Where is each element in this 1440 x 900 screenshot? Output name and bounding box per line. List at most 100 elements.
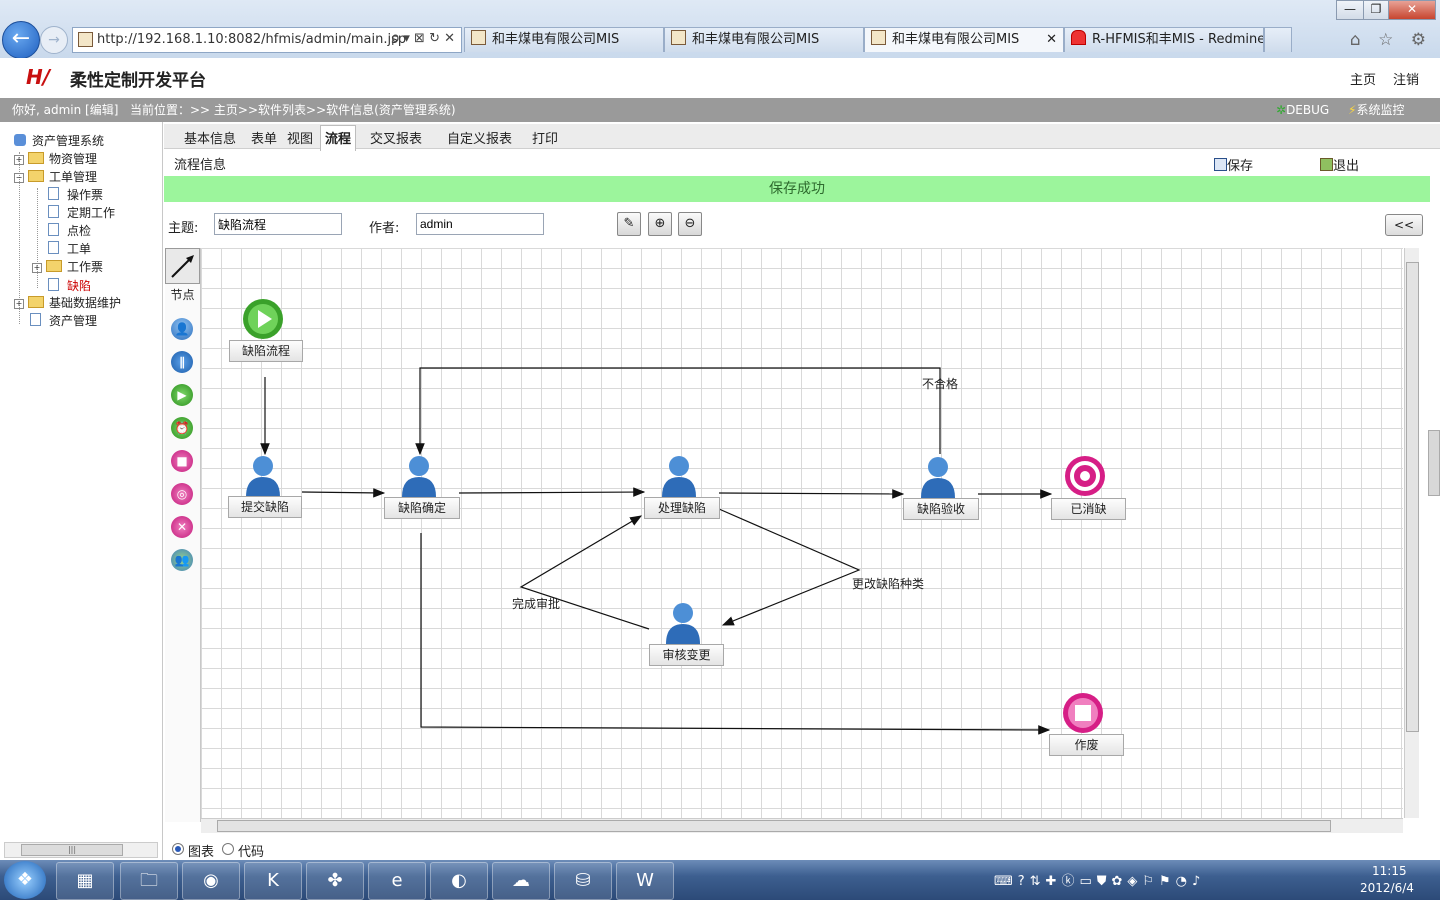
node-accept-defect-label[interactable]: 缺陷验收 xyxy=(903,498,979,520)
tree-item-basic-data[interactable]: + 基础数据维护 xyxy=(14,294,121,312)
tab-cross-report[interactable]: 交叉报表 xyxy=(370,128,422,147)
taskbar-fox-app[interactable]: ✤ xyxy=(306,862,364,900)
edge-label-approved[interactable]: 完成审批 xyxy=(512,595,560,612)
pause-icon[interactable]: ∥ xyxy=(171,351,193,373)
scroll-thumb[interactable]: ||| xyxy=(21,844,123,856)
expand-icon[interactable]: + xyxy=(14,299,24,309)
code-mode-radio[interactable] xyxy=(222,843,234,855)
node-submit-defect-label[interactable]: 提交缺陷 xyxy=(228,496,302,518)
tab-custom-report[interactable]: 自定义报表 xyxy=(447,128,512,147)
end-icon[interactable]: ■ xyxy=(171,450,193,472)
tree-item-operation-ticket[interactable]: 操作票 xyxy=(48,186,103,204)
start-icon[interactable]: ▶ xyxy=(171,384,193,406)
timer-icon[interactable]: ⏰ xyxy=(171,417,193,439)
scroll-thumb[interactable] xyxy=(1406,262,1419,732)
group-task-icon[interactable]: 👥 xyxy=(171,549,193,571)
node-start-label[interactable]: 缺陷流程 xyxy=(229,340,303,362)
confirm-defect-user-icon[interactable] xyxy=(400,453,438,500)
expand-icon[interactable]: + xyxy=(32,263,42,273)
code-mode-label[interactable]: 代码 xyxy=(238,841,264,860)
browser-tab-3[interactable]: 和丰煤电有限公司MIS ✕ xyxy=(864,27,1064,52)
taskbar-ultraedit[interactable]: ◐ xyxy=(430,862,488,900)
node-confirm-defect-label[interactable]: 缺陷确定 xyxy=(384,497,460,519)
author-input[interactable] xyxy=(416,213,544,235)
node-review-change-label[interactable]: 审核变更 xyxy=(649,644,724,666)
exit-button[interactable]: 退出 xyxy=(1320,155,1359,174)
node-process-defect-label[interactable]: 处理缺陷 xyxy=(644,497,720,519)
nav-logout-link[interactable]: 注销 xyxy=(1393,69,1419,88)
address-tools[interactable]: ρ ▾ ⊠ ↻ ✕ xyxy=(391,31,455,46)
taskbar-k-app[interactable]: K xyxy=(244,862,302,900)
eraser-tool-button[interactable]: ✎ xyxy=(617,212,641,236)
browser-home-favorites-tools-icons[interactable]: ⌂ ☆ ⚙ xyxy=(1350,30,1432,50)
new-tab-button[interactable] xyxy=(1264,27,1292,52)
browser-tab-2[interactable]: 和丰煤电有限公司MIS xyxy=(664,27,864,52)
review-change-user-icon[interactable] xyxy=(664,600,702,647)
tab-close-icon[interactable]: ✕ xyxy=(1046,28,1057,52)
tree-item-materials[interactable]: + 物资管理 xyxy=(14,150,97,168)
maximize-button[interactable]: ❐ xyxy=(1363,0,1389,20)
tree-item-work-ticket[interactable]: + 工作票 xyxy=(32,258,103,276)
void-end-icon[interactable] xyxy=(1062,692,1104,737)
flow-canvas[interactable]: 缺陷流程 提交缺陷 缺陷确定 处理缺陷 缺陷验收 已消缺 审核变更 作废 不合格… xyxy=(201,248,1403,818)
canvas-vertical-scrollbar[interactable] xyxy=(1404,248,1419,818)
left-horizontal-scrollbar[interactable]: ||| xyxy=(4,842,158,858)
taskbar-messenger[interactable]: ☁ xyxy=(492,862,550,900)
tree-item-inspection[interactable]: 点检 xyxy=(48,222,91,240)
process-defect-user-icon[interactable] xyxy=(660,453,698,500)
user-task-icon[interactable]: 👤 xyxy=(171,318,193,340)
chart-mode-label[interactable]: 图表 xyxy=(188,841,214,860)
node-void-label[interactable]: 作废 xyxy=(1049,734,1124,756)
taskbar-app-1[interactable]: ▦ xyxy=(56,862,114,900)
chart-mode-radio[interactable] xyxy=(172,843,184,855)
debug-link[interactable]: ✲DEBUG xyxy=(1276,98,1329,122)
nav-home-link[interactable]: 主页 xyxy=(1350,69,1376,88)
user-greeting[interactable]: 你好, admin [编辑] xyxy=(12,98,118,122)
close-window-button[interactable]: ✕ xyxy=(1388,0,1436,20)
tree-item-work-order[interactable]: 工单 xyxy=(48,240,91,258)
accept-defect-user-icon[interactable] xyxy=(919,454,957,501)
back-button[interactable]: ← xyxy=(2,21,40,59)
minimize-button[interactable]: — xyxy=(1336,0,1364,20)
tab-form[interactable]: 表单 xyxy=(251,128,277,147)
zoom-in-button[interactable]: ⊕ xyxy=(648,212,672,236)
collapse-button[interactable]: << xyxy=(1385,214,1423,236)
scroll-thumb[interactable] xyxy=(217,820,1331,832)
taskbar-word[interactable]: W xyxy=(616,862,674,900)
taskbar-chrome[interactable]: ◉ xyxy=(182,862,240,900)
terminate-icon[interactable]: ◎ xyxy=(171,483,193,505)
tab-basic-info[interactable]: 基本信息 xyxy=(184,128,236,147)
clock-date[interactable]: 2012/6/4 xyxy=(1360,881,1414,895)
node-done-label[interactable]: 已消缺 xyxy=(1051,498,1126,520)
tab-print[interactable]: 打印 xyxy=(532,128,558,147)
done-end-icon[interactable] xyxy=(1064,455,1106,500)
browser-tab-1[interactable]: 和丰煤电有限公司MIS xyxy=(464,27,664,52)
tab-view[interactable]: 视图 xyxy=(287,128,313,147)
system-tray-icons[interactable]: ⌨?⇅✚ⓚ▭⛊✿◈⚐⚑◔♪ xyxy=(994,870,1205,889)
tree-item-asset-management[interactable]: 资产管理 xyxy=(30,312,97,330)
subject-input[interactable] xyxy=(214,213,342,235)
submit-defect-user-icon[interactable] xyxy=(244,453,282,500)
zoom-out-button[interactable]: ⊖ xyxy=(678,212,702,236)
taskbar-database[interactable]: ⛁ xyxy=(554,862,612,900)
address-bar[interactable]: http://192.168.1.10:8082/hfmis/admin/mai… xyxy=(72,27,462,53)
taskbar-ie[interactable]: e xyxy=(368,862,426,900)
tree-item-defect[interactable]: 缺陷 xyxy=(48,277,91,295)
tree-item-work-orders[interactable]: − 工单管理 xyxy=(14,168,97,186)
save-button[interactable]: 保存 xyxy=(1214,155,1253,174)
start-button[interactable]: ❖ xyxy=(4,861,46,899)
edge-label-reject[interactable]: 不合格 xyxy=(922,375,958,392)
tree-root[interactable]: 资产管理系统 xyxy=(14,132,104,150)
url-text[interactable]: http://192.168.1.10:8082/hfmis/admin/mai… xyxy=(97,32,406,47)
expand-icon[interactable]: + xyxy=(14,155,24,165)
canvas-horizontal-scrollbar[interactable] xyxy=(201,818,1403,833)
clock-time[interactable]: 11:15 xyxy=(1372,864,1407,878)
edge-label-change-type[interactable]: 更改缺陷种类 xyxy=(852,575,924,592)
start-node-icon[interactable] xyxy=(242,298,284,343)
connector-tool[interactable] xyxy=(165,248,200,284)
system-monitor-link[interactable]: ⚡系统监控 xyxy=(1348,98,1404,122)
taskbar-explorer[interactable]: 🗀 xyxy=(120,862,178,900)
forward-button[interactable]: → xyxy=(40,26,68,54)
panel-splitter[interactable] xyxy=(1428,430,1440,496)
tree-item-periodic-work[interactable]: 定期工作 xyxy=(48,204,115,222)
